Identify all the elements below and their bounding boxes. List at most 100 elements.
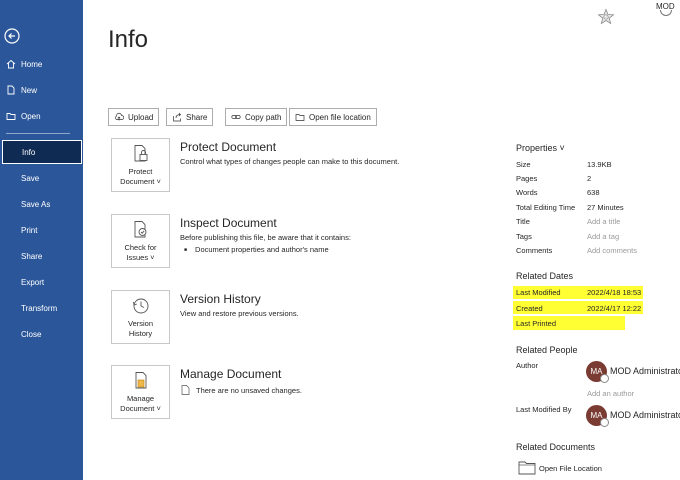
folder-icon [295,114,305,121]
version-button-line2: History [128,329,153,338]
share-button[interactable]: Share [166,108,214,126]
copy-path-label: Copy path [245,112,282,122]
manage-button-line2: Document ˅ [120,404,161,413]
link-icon [231,115,241,119]
inspect-bullet-item: Document properties and author's name [184,245,329,254]
last-printed-label: Last Printed [516,319,557,328]
version-button-line1: Version [127,319,154,328]
page-title: Info [108,26,149,53]
inspect-button-line1: Check for [124,243,157,252]
nav-export-label: Export [21,277,45,287]
prop-key-words: Words [516,188,538,197]
copy-path-button[interactable]: Copy path [225,108,288,126]
nav-print-label: Print [21,225,38,235]
created-value: 2022/4/17 12:22 [587,304,642,313]
nav-close[interactable]: Close [0,322,83,346]
upload-button[interactable]: Upload [108,108,160,126]
last-modified-label: Last Modified [516,288,561,297]
nav-save-label: Save [21,173,40,183]
nav-open-label: Open [21,111,41,121]
nav-share[interactable]: Share [0,244,83,268]
prop-key-pages: Pages [516,174,538,183]
folder-icon [518,461,536,475]
protect-button-line1: Protect [128,167,153,176]
manage-document-button[interactable]: Manage Document ˅ [111,365,170,419]
manage-document-title: Manage Document [180,367,282,381]
open-file-location-button[interactable]: Open file location [289,108,377,126]
prop-val-editing-time: 27 Minutes [587,203,624,212]
inspect-document-icon [134,221,146,238]
nav-divider [6,133,70,134]
share-icon [173,112,181,122]
inspect-document-desc: Before publishing this file, be aware th… [180,233,351,242]
clock-history-icon [132,298,148,314]
protect-document-desc: Control what types of changes people can… [180,157,400,166]
manage-button-line1: Manage [126,394,155,403]
version-history-desc: View and restore previous versions. [180,309,299,318]
nav-share-label: Share [21,251,43,261]
prop-val-pages: 2 [587,174,592,183]
add-author-link[interactable]: Add an author [587,389,634,398]
nav-save[interactable]: Save [0,166,83,190]
version-history-title: Version History [180,292,261,306]
created-label: Created [516,304,543,313]
related-people-heading: Related People [516,345,578,355]
open-file-location-label: Open file location [309,112,371,122]
modifier-name[interactable]: MOD Administrator [610,410,680,420]
properties-heading[interactable]: Properties ˅ [516,143,565,153]
prop-key-editing-time: Total Editing Time [516,203,576,212]
home-icon [6,59,16,69]
related-dates-heading: Related Dates [516,271,574,281]
author-label: Author [516,361,539,370]
prop-title-field[interactable]: Add a title [587,217,620,226]
prop-key-tags: Tags [516,232,532,241]
version-history-button[interactable]: Version History [111,290,170,344]
prop-key-title: Title [516,217,530,226]
prop-comments-field[interactable]: Add comments [587,246,637,255]
nav-transform-label: Transform [21,303,58,313]
author-name[interactable]: MOD Administrator [610,366,680,376]
nav-print[interactable]: Print [0,218,83,242]
document-status-icon [181,385,190,395]
lock-document-icon [134,145,147,162]
back-arrow-icon[interactable] [2,26,22,46]
nav-open[interactable]: Open [0,104,83,128]
last-modified-by-label: Last Modified By [516,405,572,414]
prop-tags-field[interactable]: Add a tag [587,232,619,241]
nav-close-label: Close [21,329,42,339]
nav-export[interactable]: Export [0,270,83,294]
account-avatar [660,10,672,16]
author-avatar[interactable]: MA [586,361,609,383]
protect-document-title: Protect Document [180,140,277,154]
prop-val-size: 13.9KB [587,160,612,169]
prop-key-size: Size [516,160,531,169]
inspect-document-title: Inspect Document [180,216,277,230]
upload-label: Upload [128,112,154,122]
new-document-icon [7,85,15,95]
inspect-button-line2: Issues ˅ [126,253,155,262]
related-documents-heading: Related Documents [516,442,596,452]
nav-info[interactable]: Info [2,140,82,164]
modifier-avatar[interactable]: MA [586,405,609,427]
nav-save-as[interactable]: Save As [0,192,83,216]
backstage-sidebar: Home New Open Info Save Save As Print Sh… [0,0,83,480]
prop-val-words: 638 [587,188,600,197]
nav-new[interactable]: New [0,78,83,102]
last-modified-value: 2022/4/18 18:53 [587,288,642,297]
open-folder-icon [6,113,16,120]
protect-document-button[interactable]: Protect Document ˅ [111,138,170,192]
nav-new-label: New [21,85,38,95]
manage-document-desc: There are no unsaved changes. [196,386,302,395]
check-for-issues-button[interactable]: Check for Issues ˅ [111,214,170,268]
protect-button-line2: Document ˅ [120,177,161,186]
open-file-location-link[interactable]: Open File Location [539,464,602,473]
prop-key-comments: Comments [516,246,553,255]
share-label: Share [186,112,208,122]
manage-document-icon [135,372,146,389]
premium-star-icon[interactable] [597,8,615,26]
nav-transform[interactable]: Transform [0,296,83,320]
nav-home[interactable]: Home [0,52,83,76]
nav-save-as-label: Save As [21,199,51,209]
nav-info-label: Info [22,147,36,157]
cloud-upload-icon [115,112,124,121]
